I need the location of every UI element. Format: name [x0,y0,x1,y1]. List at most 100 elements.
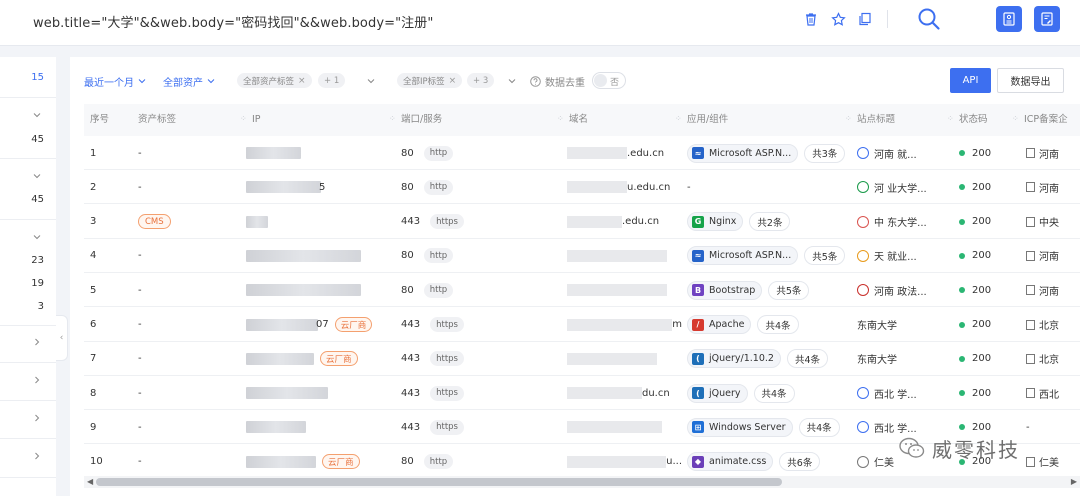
drag-handle-icon[interactable]: ⁘ [240,114,247,124]
table-row[interactable]: 8 - 443 https du.cn ( jQuery 共4条 西北 学...… [84,376,1080,411]
icp-company[interactable]: 河南 [1039,146,1059,161]
chevron-down-icon[interactable] [32,110,42,120]
icp-company[interactable]: 北京 [1039,317,1059,332]
ip-tag-chip[interactable]: 全部IP标签 × [397,73,463,88]
protocol-badge[interactable]: http [423,248,454,264]
protocol-badge[interactable]: http [423,454,454,470]
icp-company[interactable]: 北京 [1039,351,1059,366]
domain-suffix[interactable]: u... [666,456,682,467]
drag-handle-icon[interactable]: ⁘ [557,114,564,124]
domain-suffix[interactable]: u.edu.cn [627,182,670,193]
table-row[interactable]: 7 - 云厂商 443 https ( jQuery/1.10.2 共4条 东南… [84,342,1080,376]
app-component-pill[interactable]: G Nginx [687,212,744,232]
app-count-pill[interactable]: 共4条 [757,315,799,334]
icp-company[interactable]: 河南 [1039,248,1059,263]
app-component-pill[interactable]: ⊞ Windows Server [687,417,793,437]
scroll-left-icon[interactable]: ◀ [87,476,93,488]
redacted-ip[interactable] [246,352,314,365]
close-icon[interactable]: × [449,76,457,86]
redacted-domain[interactable] [567,249,667,262]
asset-tag-more[interactable]: + 1 [318,73,346,88]
chevron-right-icon[interactable] [32,413,42,423]
app-count-pill[interactable]: 共6条 [779,452,821,472]
api-button[interactable]: API [950,68,991,93]
scrollbar-thumb[interactable] [96,478,782,486]
protocol-badge[interactable]: https [430,419,464,435]
chevron-right-icon[interactable] [32,375,42,385]
app-component-pill[interactable]: ≈ Microsoft ASP.N... [687,246,799,266]
star-icon[interactable] [829,10,847,28]
chevron-right-icon[interactable] [32,451,42,461]
domain-suffix[interactable]: du.cn [642,388,670,399]
site-title[interactable]: 西北 学... [874,386,917,401]
protocol-badge[interactable]: http [423,145,454,161]
export-button[interactable]: 数据导出 [997,68,1064,93]
protocol-badge[interactable]: http [423,282,454,298]
chevron-down-icon[interactable] [366,76,376,86]
edit-report-button[interactable] [1034,6,1060,32]
drag-handle-icon[interactable]: ⁘ [1012,114,1019,124]
site-title[interactable]: 中 东大学... [874,214,927,229]
icp-company[interactable]: 中央 [1039,214,1059,229]
redacted-domain[interactable] [567,318,673,331]
facet-count[interactable]: 45 [0,134,56,145]
drag-handle-icon[interactable]: ⁘ [675,114,682,124]
table-row[interactable]: 6 - 07 云厂商 443 https m / Apache 共4条 东南大学 … [84,308,1080,342]
app-component-pill[interactable]: ≈ Microsoft ASP.N... [687,143,799,163]
site-title[interactable]: 河南 就... [874,146,917,161]
facet-count[interactable]: 23 [0,255,56,266]
redacted-domain[interactable] [567,421,662,434]
asset-tag-badge[interactable]: CMS [138,214,171,230]
table-row[interactable]: 5 - 80 http B Bootstrap 共5条 河南 政法... 200… [84,273,1080,308]
app-count-pill[interactable]: 共4条 [798,417,840,437]
help-icon[interactable] [530,75,541,87]
cloud-vendor-tag[interactable]: 云厂商 [322,454,360,470]
redacted-domain[interactable] [567,284,667,297]
redacted-ip[interactable] [246,215,268,228]
app-count-pill[interactable]: 共5条 [804,246,846,266]
chevron-down-icon[interactable] [32,232,42,242]
app-count-pill[interactable]: 共2条 [749,212,791,232]
site-title[interactable]: 东南大学 [857,317,897,332]
copy-icon[interactable] [856,10,874,28]
protocol-badge[interactable]: https [430,214,464,230]
redacted-domain[interactable] [567,181,627,194]
protocol-badge[interactable]: https [430,317,464,332]
app-count-pill[interactable]: 共4条 [786,349,828,369]
delete-icon[interactable] [802,10,820,28]
protocol-badge[interactable]: http [423,179,454,195]
redacted-ip[interactable] [246,249,361,262]
drag-handle-icon[interactable]: ⁘ [389,114,396,124]
domain-suffix[interactable]: m [672,319,682,330]
asset-filter-dropdown[interactable]: 全部资产 [163,73,216,89]
app-component-pill[interactable]: ( jQuery/1.10.2 [687,349,781,369]
redacted-ip[interactable] [246,284,361,297]
chevron-down-icon[interactable] [507,76,517,86]
site-title[interactable]: 天 就业... [874,248,917,263]
app-count-pill[interactable]: 共3条 [804,143,846,163]
ip-tag-more[interactable]: + 3 [467,73,495,88]
domain-suffix[interactable]: .edu.cn [627,148,664,159]
redacted-ip[interactable] [246,147,301,159]
app-component-pill[interactable]: ( jQuery [687,383,748,403]
site-title[interactable]: 仁美 [874,454,894,469]
sidebar-collapse-toggle[interactable]: ‹ [56,315,68,361]
chevron-down-icon[interactable] [32,171,42,181]
redacted-domain[interactable] [567,455,667,468]
facet-count[interactable]: 45 [0,194,56,205]
redacted-domain[interactable] [567,215,622,228]
domain-suffix[interactable]: .edu.cn [622,216,659,227]
site-title[interactable]: 河 业大学... [874,180,927,195]
redacted-ip[interactable] [246,181,321,194]
redacted-ip[interactable] [246,421,306,434]
table-row[interactable]: 1 - 80 http .edu.cn ≈ Microsoft ASP.N...… [84,136,1080,170]
icp-company[interactable]: 河南 [1039,180,1059,195]
app-component-pill[interactable]: B Bootstrap [687,280,763,300]
site-title[interactable]: 河南 政法... [874,283,927,298]
app-count-pill[interactable]: 共4条 [753,383,795,403]
icp-company[interactable]: 西北 [1039,386,1059,401]
site-title[interactable]: 东南大学 [857,351,897,366]
icp-company[interactable]: 河南 [1039,283,1059,298]
icp-company[interactable]: - [1026,422,1030,433]
report-button[interactable] [996,6,1022,32]
